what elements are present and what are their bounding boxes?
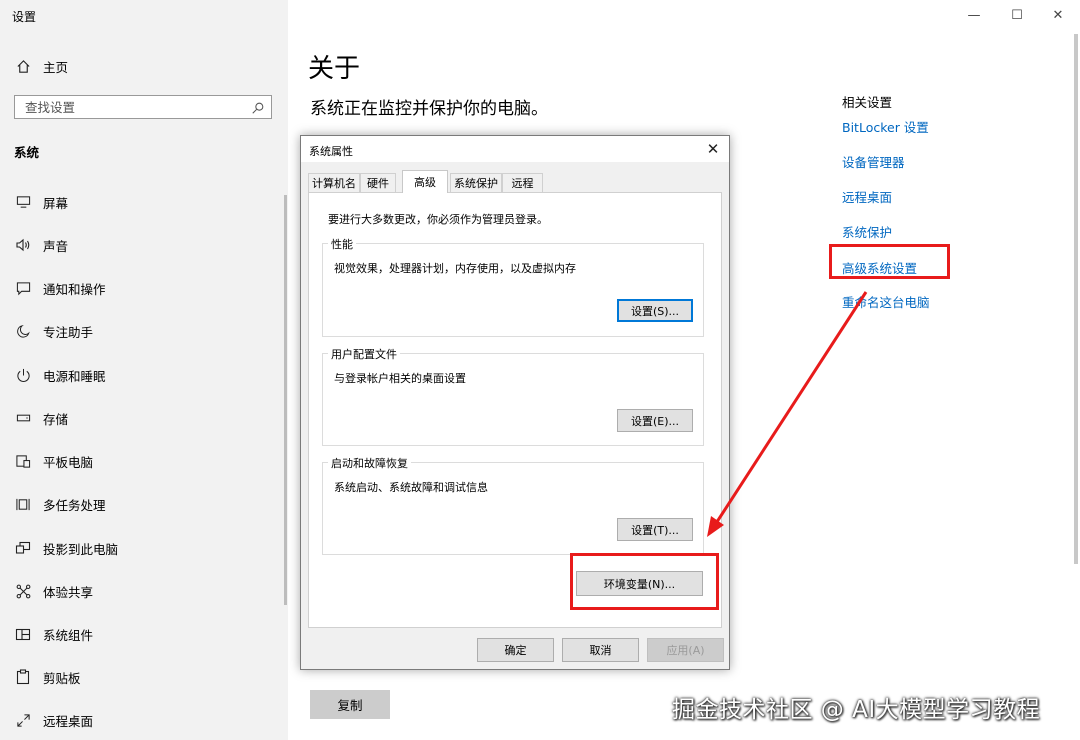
tab-advanced[interactable]: 高级	[402, 170, 448, 193]
annotation-arrow	[707, 291, 868, 537]
watermark: 掘金技术社区 @ AI大模型学习教程	[672, 697, 1041, 723]
